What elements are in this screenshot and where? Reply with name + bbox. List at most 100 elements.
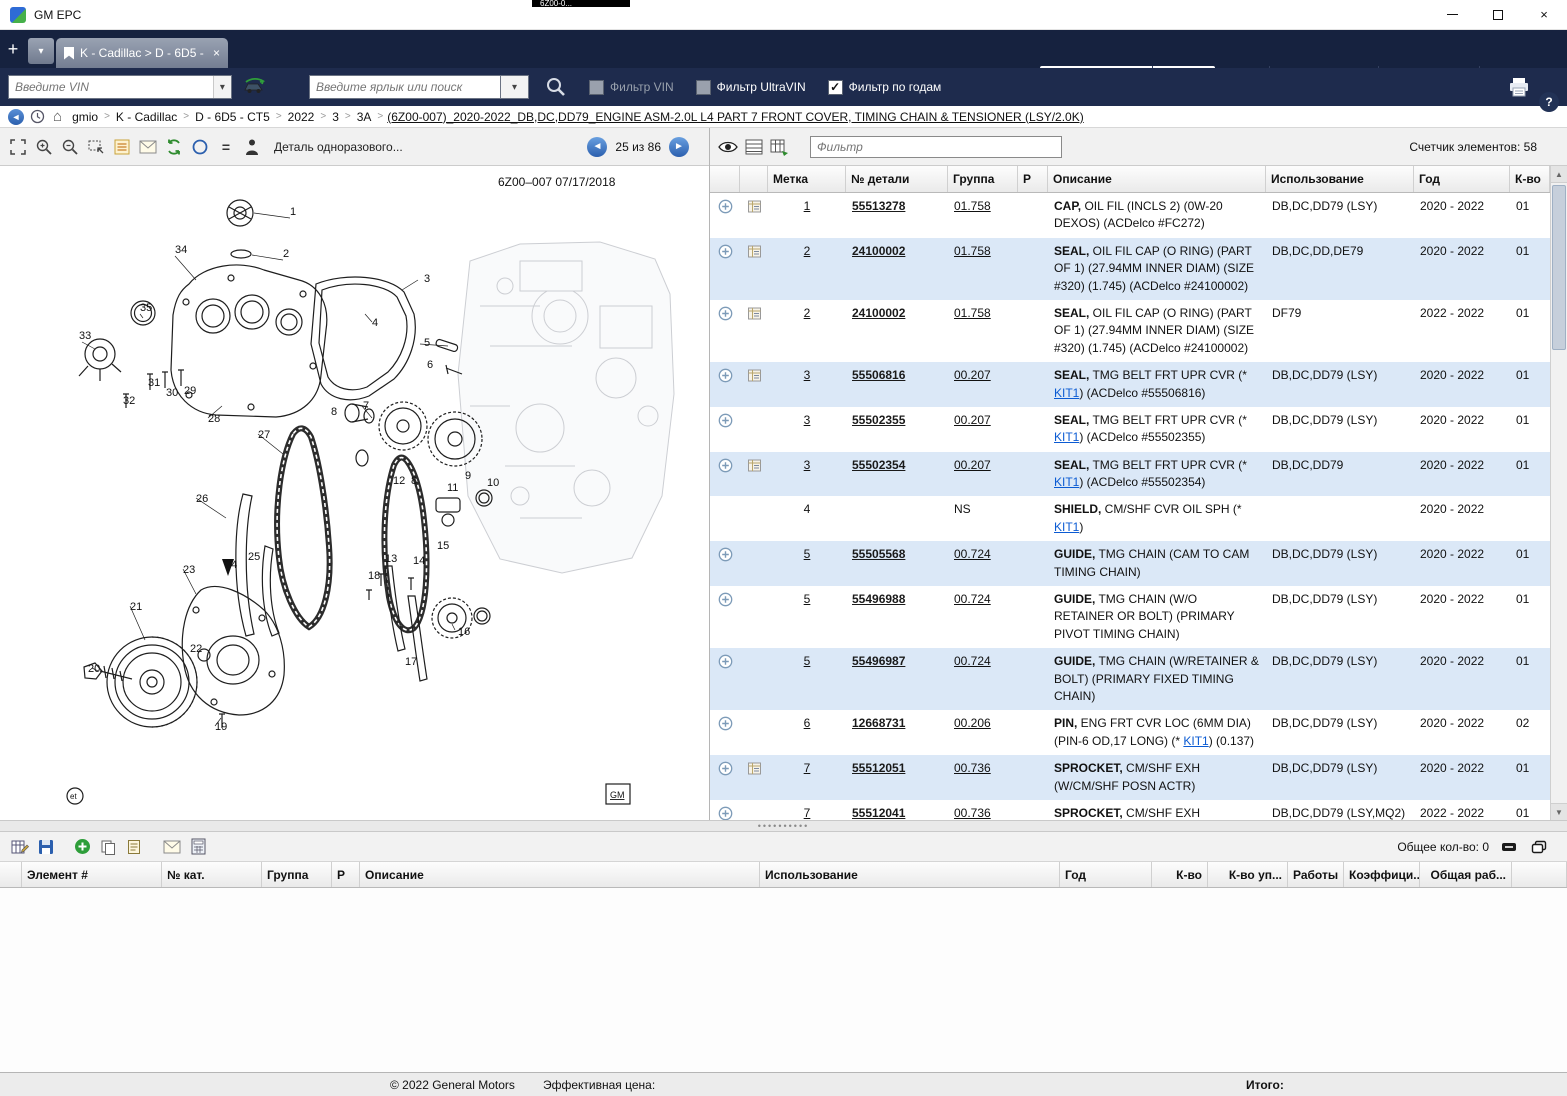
prev-page-button[interactable]: ◄ [587, 136, 608, 157]
group-link[interactable]: 00.724 [954, 592, 991, 606]
parts-row[interactable]: 5 55496988 00.724 GUIDE, TMG CHAIN (W/O RET… [710, 586, 1550, 648]
part-number-link[interactable]: 24100002 [852, 306, 905, 320]
diagram-callout[interactable]: 13 [385, 553, 397, 565]
label-link[interactable]: 1 [804, 199, 811, 213]
label-search-caret-icon[interactable]: ▾ [501, 75, 529, 99]
diagram-callout[interactable]: 35 [140, 302, 152, 314]
vin-combo[interactable]: ▾ [8, 75, 232, 99]
label-link[interactable]: 5 [804, 547, 811, 561]
equals-tool-button[interactable]: = [214, 136, 238, 158]
group-link[interactable]: 00.736 [954, 806, 991, 820]
parts-row[interactable]: 7 55512051 00.736 SPROCKET, CM/SHF EXH (W/C… [710, 755, 1550, 800]
expand-row-icon[interactable] [718, 716, 733, 731]
part-number-link[interactable]: 55513278 [852, 199, 905, 213]
part-number-link[interactable]: 55512051 [852, 761, 905, 775]
note-icon[interactable] [747, 306, 762, 321]
part-number-link[interactable]: 55496987 [852, 654, 905, 668]
diagram-callout[interactable]: 12 [393, 475, 405, 487]
column-header[interactable]: Описание [360, 862, 760, 887]
parts-row[interactable]: 6 12668731 00.206 PIN, ENG FRT CVR LOC (6MM… [710, 710, 1550, 755]
scroll-up-icon[interactable]: ▲ [1551, 166, 1567, 183]
vin-input[interactable] [9, 76, 213, 98]
breadcrumb-link[interactable]: D - 6D5 - CT5 [195, 110, 270, 124]
group-link[interactable]: 00.207 [954, 368, 991, 382]
part-number-link[interactable]: 55506816 [852, 368, 905, 382]
checkbox[interactable]: ✓ [827, 79, 843, 95]
diagram-callout[interactable]: 22 [190, 643, 202, 655]
column-header[interactable]: Группа [948, 166, 1018, 192]
parts-filter[interactable] [810, 135, 1062, 158]
group-link[interactable]: 00.206 [954, 716, 991, 730]
part-number-link[interactable]: 12668731 [852, 716, 905, 730]
kit-link[interactable]: KIT1 [1054, 475, 1079, 489]
expand-row-icon[interactable] [718, 368, 733, 383]
vin-decode-button[interactable] [242, 77, 266, 97]
part-number-link[interactable]: 55496988 [852, 592, 905, 606]
person-tool-button[interactable] [240, 136, 264, 158]
group-link[interactable]: 00.736 [954, 761, 991, 775]
note-icon[interactable] [747, 199, 762, 214]
next-page-button[interactable]: ► [669, 136, 689, 157]
parts-row[interactable]: 3 55502354 00.207 SEAL, TMG BELT FRT UPR CV… [710, 451, 1550, 497]
kit-link[interactable]: KIT1 [1054, 430, 1079, 444]
home-button[interactable]: ⌂ [53, 108, 62, 125]
column-header[interactable]: К-во уп... [1208, 862, 1288, 887]
expand-row-icon[interactable] [718, 199, 733, 214]
column-header[interactable]: № детали [846, 166, 948, 192]
diagram-callout[interactable]: 26 [196, 493, 208, 505]
diagram-callout[interactable]: 28 [208, 413, 220, 425]
column-header[interactable] [710, 166, 740, 192]
collapse-panel-button[interactable] [1499, 839, 1519, 855]
diagram-callout[interactable]: 5 [424, 337, 430, 349]
expand-row-icon[interactable] [718, 806, 733, 820]
close-button[interactable]: × [1521, 0, 1567, 29]
column-header[interactable]: Использование [1266, 166, 1414, 192]
search-button[interactable] [545, 76, 567, 98]
label-link[interactable]: 5 [804, 592, 811, 606]
calc-button[interactable] [186, 836, 210, 858]
label-search-combo[interactable] [309, 75, 501, 99]
tab-active[interactable]: K - Cadillac > D - 6D5 - C... × [56, 38, 228, 68]
checkbox[interactable] [695, 79, 711, 95]
part-number-link[interactable]: 55512041 [852, 806, 905, 820]
expand-row-icon[interactable] [718, 413, 733, 428]
diagram-callout[interactable]: 7 [363, 400, 369, 412]
diagram-callout[interactable]: 14 [413, 555, 425, 567]
column-header[interactable]: Общая раб... [1420, 862, 1512, 887]
history-button[interactable] [30, 109, 45, 124]
refresh-button[interactable] [162, 136, 186, 158]
label-link[interactable]: 6 [804, 716, 811, 730]
diagram-callout[interactable]: 18 [368, 570, 380, 582]
kit-link[interactable]: KIT1 [1054, 520, 1079, 534]
column-header[interactable]: P [332, 862, 360, 887]
label-search-input[interactable] [310, 76, 500, 98]
column-header[interactable]: Группа [262, 862, 332, 887]
zoom-out-button[interactable] [58, 136, 82, 158]
preview-toggle-button[interactable] [716, 136, 740, 158]
breadcrumb-link[interactable]: 3 [332, 110, 339, 124]
diagram-callout[interactable]: 33 [79, 330, 91, 342]
breadcrumb-link[interactable]: 2022 [288, 110, 315, 124]
column-header[interactable]: Работы [1288, 862, 1344, 887]
column-header[interactable] [740, 166, 768, 192]
diagram-callout[interactable]: 23 [183, 564, 195, 576]
list-view-button[interactable] [742, 136, 766, 158]
note-icon[interactable] [747, 244, 762, 259]
diagram-callout[interactable]: 16 [458, 626, 470, 638]
label-link[interactable]: 2 [804, 306, 811, 320]
scroll-down-icon[interactable]: ▼ [1551, 803, 1567, 820]
column-header[interactable]: Год [1414, 166, 1510, 192]
column-header[interactable]: № кат. [162, 862, 262, 887]
print-button[interactable] [1507, 77, 1531, 97]
kit-link[interactable]: KIT1 [1054, 386, 1079, 400]
label-link[interactable]: 7 [804, 761, 811, 775]
diagram-callout[interactable]: 4 [372, 317, 378, 329]
diagram-canvas[interactable]: 6Z00–007 07/17/2018 GM et 1 2 3 4 5 6 7 … [0, 166, 709, 820]
expand-row-icon[interactable] [718, 244, 733, 259]
copy-button[interactable] [96, 836, 120, 858]
label-link[interactable]: 7 [804, 806, 811, 820]
part-number-link[interactable]: 55505568 [852, 547, 905, 561]
group-link[interactable]: 00.724 [954, 654, 991, 668]
parts-row[interactable]: 2 24100002 01.758 SEAL, OIL FIL CAP (O RING… [710, 237, 1550, 300]
column-header[interactable]: P [1018, 166, 1048, 192]
